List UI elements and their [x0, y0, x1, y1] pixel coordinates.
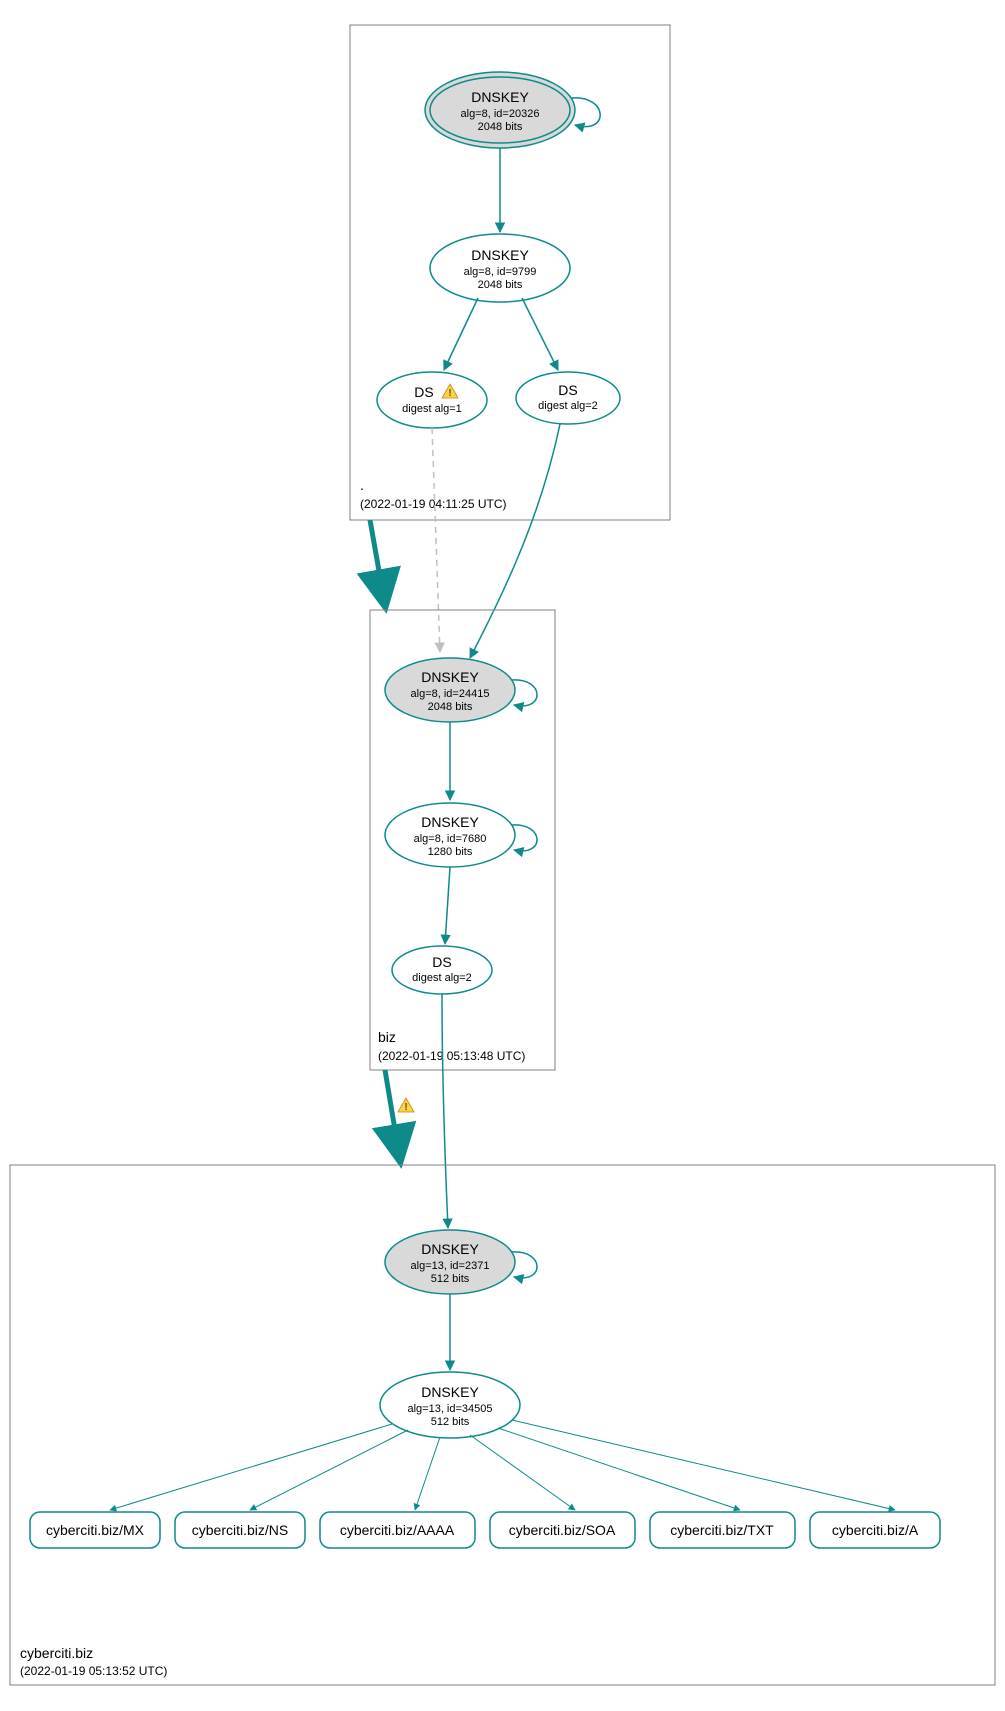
node-root-ds2: DS digest alg=2	[516, 372, 620, 424]
edge-root-zsk-ds1	[444, 298, 478, 370]
node-cyberciti-ksk: DNSKEY alg=13, id=2371 512 bits	[385, 1230, 515, 1294]
dnssec-chain-diagram: . (2022-01-19 04:11:25 UTC) DNSKEY alg=8…	[0, 0, 1005, 1711]
svg-text:digest alg=1: digest alg=1	[402, 403, 462, 415]
svg-text:DNSKEY: DNSKEY	[421, 1241, 479, 1257]
zone-biz: biz (2022-01-19 05:13:48 UTC) DNSKEY alg…	[370, 610, 555, 1070]
edge-biz-ds-to-cb-ksk	[442, 994, 448, 1228]
record-soa: cyberciti.biz/SOA	[490, 1512, 635, 1548]
svg-text:2048 bits: 2048 bits	[478, 279, 523, 291]
svg-text:DNSKEY: DNSKEY	[421, 1384, 479, 1400]
zone-root-label: .	[360, 477, 364, 493]
svg-text:DS: DS	[432, 954, 451, 970]
zone-biz-timestamp: (2022-01-19 05:13:48 UTC)	[378, 1049, 525, 1063]
svg-text:alg=13, id=34505: alg=13, id=34505	[407, 1403, 492, 1415]
svg-text:DNSKEY: DNSKEY	[421, 669, 479, 685]
node-biz-ds: DS digest alg=2	[392, 946, 492, 994]
svg-text:cyberciti.biz/TXT: cyberciti.biz/TXT	[670, 1522, 774, 1538]
edge-root-ksk-self	[572, 98, 600, 127]
record-aaaa: cyberciti.biz/AAAA	[320, 1512, 475, 1548]
edge-ds2-to-biz-ksk	[470, 424, 560, 658]
edge-root-to-biz-zone	[370, 520, 385, 605]
svg-text:2048 bits: 2048 bits	[428, 701, 473, 713]
zone-root-timestamp: (2022-01-19 04:11:25 UTC)	[360, 497, 507, 511]
edge-biz-ksk-self	[512, 680, 537, 706]
record-mx: cyberciti.biz/MX	[30, 1512, 160, 1548]
edge-ds1-to-biz-ksk	[432, 428, 440, 652]
edge-zsk-txt	[498, 1428, 740, 1510]
edge-zsk-soa	[470, 1435, 575, 1510]
edge-zsk-a	[512, 1420, 895, 1510]
svg-text:2048 bits: 2048 bits	[478, 121, 523, 133]
svg-text:cyberciti.biz/MX: cyberciti.biz/MX	[46, 1522, 145, 1538]
svg-text:cyberciti.biz/NS: cyberciti.biz/NS	[192, 1522, 288, 1538]
zone-cyberciti-timestamp: (2022-01-19 05:13:52 UTC)	[20, 1664, 167, 1678]
svg-text:!: !	[404, 1102, 407, 1113]
svg-text:512 bits: 512 bits	[431, 1273, 470, 1285]
edge-biz-to-cyberciti-zone	[385, 1070, 400, 1160]
svg-text:DNSKEY: DNSKEY	[421, 814, 479, 830]
node-biz-zsk: DNSKEY alg=8, id=7680 1280 bits	[385, 803, 515, 867]
node-root-ksk: DNSKEY alg=8, id=20326 2048 bits	[425, 72, 575, 148]
record-ns: cyberciti.biz/NS	[175, 1512, 305, 1548]
zone-cyberciti: cyberciti.biz (2022-01-19 05:13:52 UTC) …	[10, 1165, 995, 1685]
record-a: cyberciti.biz/A	[810, 1512, 940, 1548]
svg-text:DNSKEY: DNSKEY	[471, 89, 529, 105]
svg-text:digest alg=2: digest alg=2	[538, 400, 598, 412]
svg-text:!: !	[448, 388, 451, 399]
zone-biz-label: biz	[378, 1029, 396, 1045]
zone-cyberciti-label: cyberciti.biz	[20, 1645, 93, 1661]
svg-text:DS: DS	[558, 382, 577, 398]
svg-text:cyberciti.biz/SOA: cyberciti.biz/SOA	[509, 1522, 616, 1538]
edge-cb-ksk-self	[512, 1252, 537, 1278]
svg-text:alg=8, id=7680: alg=8, id=7680	[414, 833, 487, 845]
edge-zsk-mx	[110, 1424, 392, 1510]
edge-biz-zsk-ds	[445, 867, 450, 944]
svg-text:alg=8, id=24415: alg=8, id=24415	[411, 688, 490, 700]
svg-text:alg=13, id=2371: alg=13, id=2371	[411, 1260, 490, 1272]
node-biz-ksk: DNSKEY alg=8, id=24415 2048 bits	[385, 658, 515, 722]
node-root-zsk: DNSKEY alg=8, id=9799 2048 bits	[430, 234, 570, 302]
svg-text:DS: DS	[414, 384, 433, 400]
edge-zsk-ns	[250, 1430, 408, 1510]
edge-biz-zsk-self	[512, 825, 537, 851]
svg-text:alg=8, id=20326: alg=8, id=20326	[461, 108, 540, 120]
svg-text:1280 bits: 1280 bits	[428, 846, 473, 858]
svg-text:digest alg=2: digest alg=2	[412, 972, 472, 984]
edge-zsk-aaaa	[415, 1437, 440, 1510]
svg-text:512 bits: 512 bits	[431, 1416, 470, 1428]
edge-root-zsk-ds2	[522, 298, 558, 370]
warning-icon: !	[398, 1098, 414, 1113]
record-txt: cyberciti.biz/TXT	[650, 1512, 795, 1548]
svg-text:cyberciti.biz/A: cyberciti.biz/A	[832, 1522, 919, 1538]
svg-text:alg=8, id=9799: alg=8, id=9799	[464, 266, 537, 278]
node-root-ds1: DS digest alg=1 !	[377, 372, 487, 428]
svg-text:cyberciti.biz/AAAA: cyberciti.biz/AAAA	[340, 1522, 455, 1538]
svg-text:DNSKEY: DNSKEY	[471, 247, 529, 263]
zone-root: . (2022-01-19 04:11:25 UTC) DNSKEY alg=8…	[350, 25, 670, 520]
